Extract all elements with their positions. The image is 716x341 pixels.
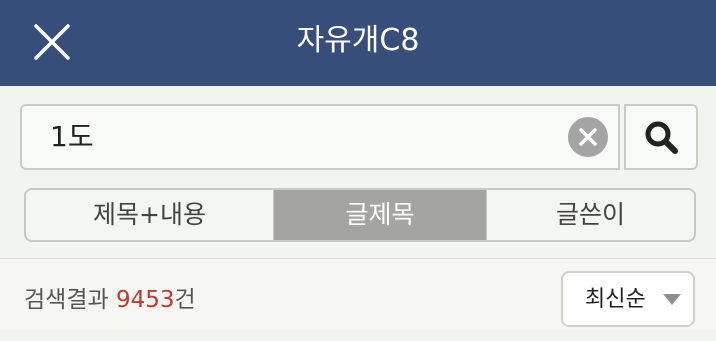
tab-title-content[interactable]: 제목+내용: [26, 190, 274, 240]
app-header: 자유개C8: [0, 0, 716, 86]
result-prefix: 검색결과: [24, 287, 116, 313]
search-box[interactable]: [20, 104, 620, 170]
sort-dropdown[interactable]: 최신순: [561, 271, 695, 327]
search-input[interactable]: [50, 106, 550, 168]
result-count: 9453: [115, 287, 175, 313]
result-suffix: 건: [174, 287, 196, 313]
sort-label: 최신순: [585, 287, 646, 312]
result-summary: 검색결과 9453건: [24, 259, 196, 330]
search-button[interactable]: [624, 104, 698, 170]
page-title: 자유개C8: [296, 23, 420, 58]
search-scope-tabs: 제목+내용 글제목 글쓴이: [24, 188, 696, 242]
tab-post-title[interactable]: 글제목: [274, 190, 486, 240]
search-icon: [645, 121, 678, 154]
tab-author[interactable]: 글쓴이: [486, 190, 694, 240]
dropdown-arrow-icon: [663, 294, 681, 305]
clear-search-button[interactable]: [568, 117, 608, 157]
clear-icon: [579, 128, 597, 146]
